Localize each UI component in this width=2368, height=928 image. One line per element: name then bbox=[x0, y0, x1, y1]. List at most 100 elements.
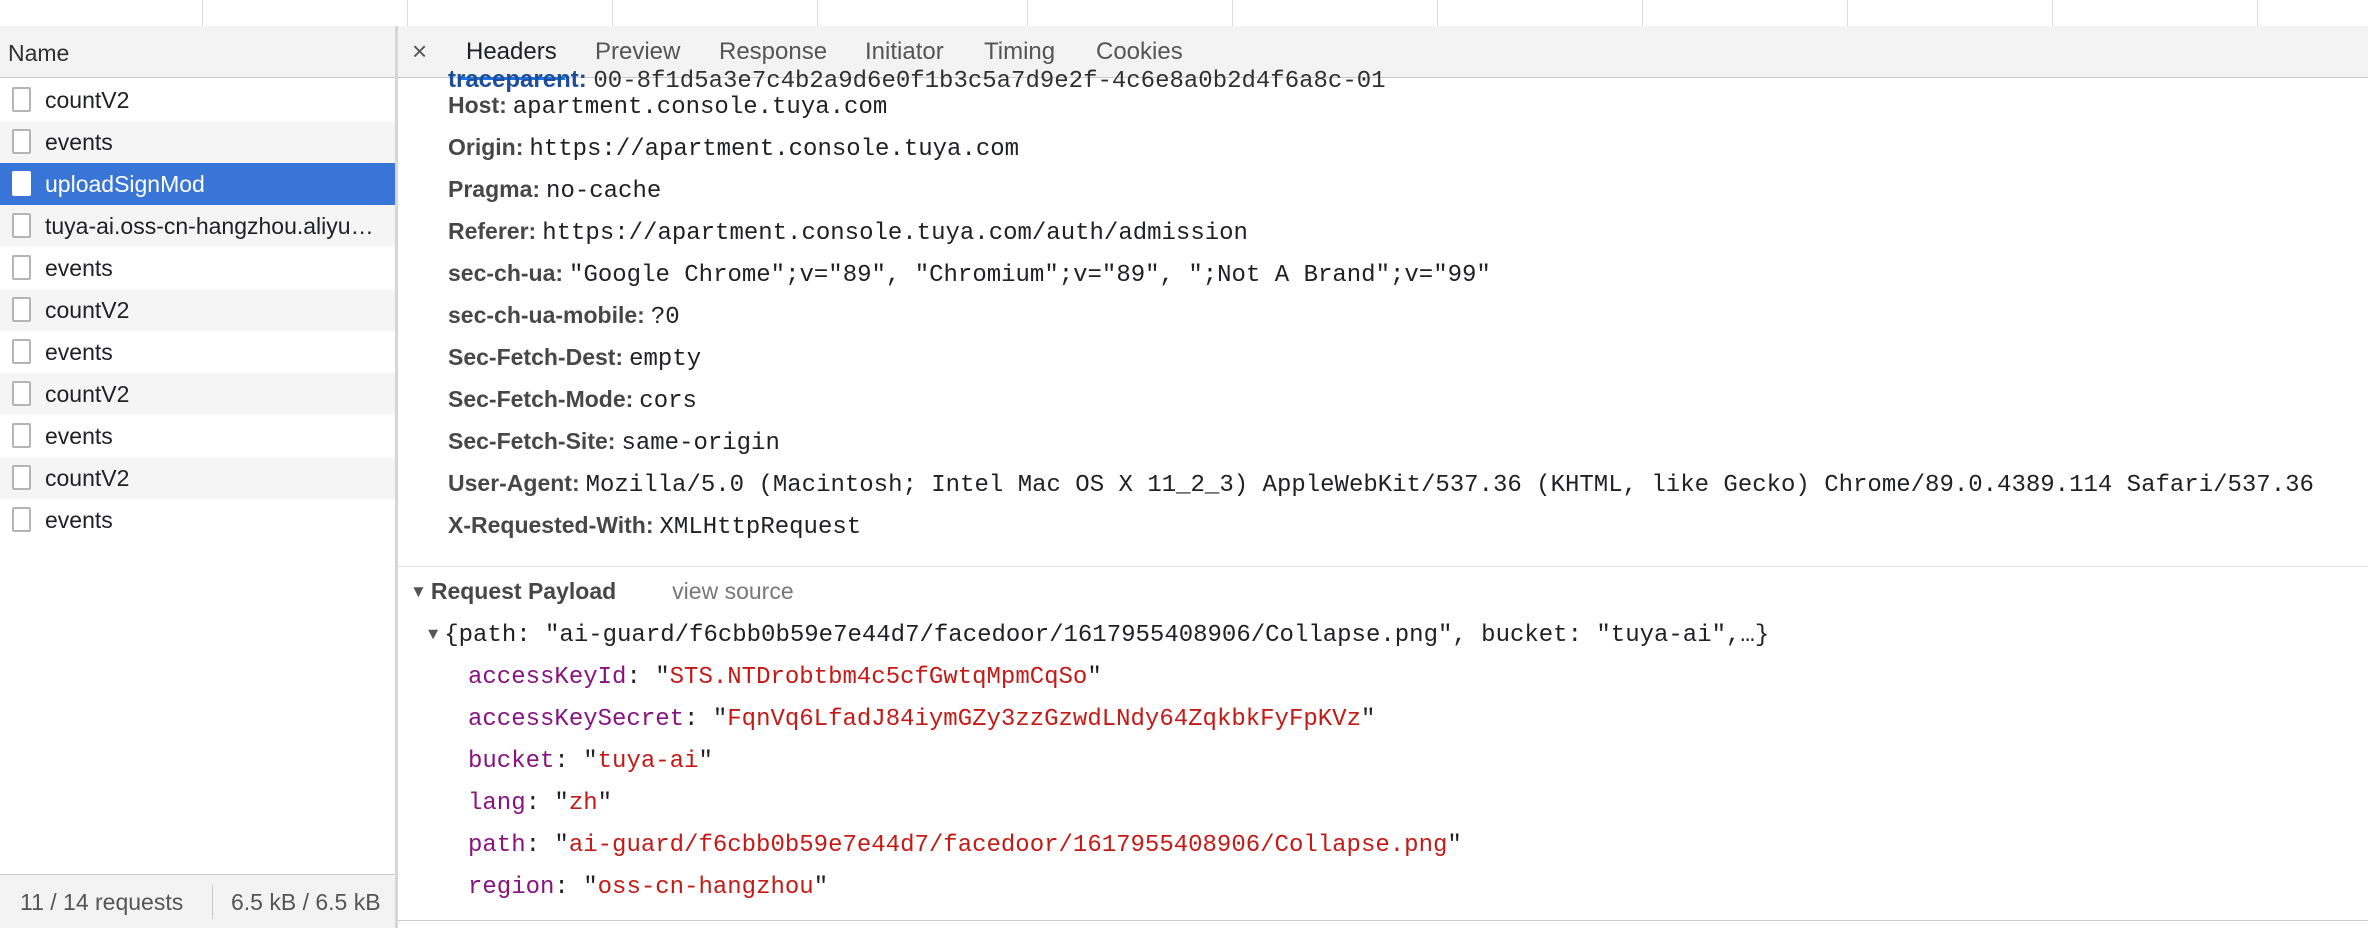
request-row[interactable]: countV2 bbox=[0, 457, 395, 499]
payload-key: bucket bbox=[468, 748, 555, 775]
payload-value: tuya-ai bbox=[597, 748, 699, 775]
request-row[interactable]: tuya-ai.oss-cn-hangzhou.aliyuncs.com bbox=[0, 205, 395, 247]
tab-initiator[interactable]: Initiator bbox=[865, 38, 944, 66]
header-key: traceparent: bbox=[448, 66, 587, 93]
request-payload-header[interactable]: ▼ Request Payload view source bbox=[410, 578, 794, 605]
payload-key: accessKeyId bbox=[468, 664, 627, 691]
document-icon bbox=[12, 213, 31, 238]
header-key: Pragma: bbox=[448, 176, 541, 202]
request-name: events bbox=[45, 255, 113, 281]
document-icon bbox=[12, 465, 31, 490]
payload-summary[interactable]: ▼ {path: "ai-guard/f6cbb0b59e7e44d7/faced… bbox=[428, 622, 1769, 649]
request-row[interactable]: events bbox=[0, 415, 395, 457]
tab-cookies[interactable]: Cookies bbox=[1096, 38, 1183, 66]
status-footer: 11 / 14 requests 6.5 kB / 6.5 kB bbox=[0, 874, 395, 928]
payload-value: zh bbox=[568, 790, 598, 817]
header-key: Origin: bbox=[448, 134, 524, 160]
header-key: Referer: bbox=[448, 218, 537, 244]
document-icon bbox=[12, 171, 31, 196]
request-list: countV2 events uploadSignMod tuya-ai.oss… bbox=[0, 79, 395, 541]
request-row[interactable]: events bbox=[0, 121, 395, 163]
header-row: X-Requested-With: XMLHttpRequest bbox=[448, 512, 861, 541]
view-source-link[interactable]: view source bbox=[672, 578, 793, 604]
request-row[interactable]: events bbox=[0, 247, 395, 289]
payload-value: STS.NTDrobtbm4c5cfGwtqMpmCqSo bbox=[669, 664, 1088, 691]
payload-key: path bbox=[468, 832, 526, 859]
header-key: Sec-Fetch-Site: bbox=[448, 428, 616, 454]
tab-timing[interactable]: Timing bbox=[984, 38, 1055, 66]
header-key: sec-ch-ua-mobile: bbox=[448, 302, 645, 328]
header-value: apartment.console.tuya.com bbox=[512, 94, 888, 121]
payload-field: path: "ai-guard/f6cbb0b59e7e44d7/facedoo… bbox=[468, 832, 1462, 859]
header-value: XMLHttpRequest bbox=[659, 514, 862, 541]
request-name: countV2 bbox=[45, 381, 130, 407]
header-value: Mozilla/5.0 (Macintosh; Intel Mac OS X 1… bbox=[585, 472, 2314, 499]
request-row[interactable]: countV2 bbox=[0, 373, 395, 415]
header-value: 00-8f1d5a3e7c4b2a9d6e0f1b3c5a7d9e2f-4c6e… bbox=[593, 68, 1386, 95]
request-name: countV2 bbox=[45, 87, 130, 113]
request-row[interactable]: events bbox=[0, 499, 395, 541]
section-divider bbox=[398, 566, 2368, 567]
document-icon bbox=[12, 339, 31, 364]
payload-key: accessKeySecret bbox=[468, 706, 685, 733]
header-value: no-cache bbox=[546, 178, 662, 205]
footer-divider bbox=[212, 885, 213, 919]
header-value: empty bbox=[629, 346, 702, 373]
timeline-tick bbox=[2257, 0, 2258, 26]
header-key: User-Agent: bbox=[448, 470, 580, 496]
close-icon[interactable]: × bbox=[412, 36, 427, 67]
document-icon bbox=[12, 255, 31, 280]
request-detail-pane: × Headers Preview Response Initiator Tim… bbox=[398, 26, 2368, 928]
document-icon bbox=[12, 381, 31, 406]
header-row: Pragma: no-cache bbox=[448, 176, 661, 205]
request-row[interactable]: countV2 bbox=[0, 289, 395, 331]
payload-summary-text: {path: "ai-guard/f6cbb0b59e7e44d7/facedo… bbox=[444, 622, 1770, 649]
document-icon bbox=[12, 129, 31, 154]
request-headers-section: traceparent: 00-8f1d5a3e7c4b2a9d6e0f1b3c… bbox=[398, 66, 2368, 541]
document-icon bbox=[12, 297, 31, 322]
request-name: events bbox=[45, 423, 113, 449]
payload-field: lang: "zh" bbox=[468, 790, 613, 817]
request-row[interactable]: countV2 bbox=[0, 79, 395, 121]
tab-response[interactable]: Response bbox=[719, 38, 827, 66]
header-value: ?0 bbox=[650, 304, 680, 331]
request-row[interactable]: events bbox=[0, 331, 395, 373]
payload-value: ai-guard/f6cbb0b59e7e44d7/facedoor/16179… bbox=[568, 832, 1448, 859]
request-name: tuya-ai.oss-cn-hangzhou.aliyuncs.com bbox=[45, 213, 385, 239]
timeline-tick bbox=[817, 0, 818, 26]
header-key: Host: bbox=[448, 92, 507, 118]
request-name: countV2 bbox=[45, 465, 130, 491]
tab-preview[interactable]: Preview bbox=[595, 38, 680, 66]
payload-field: region: "oss-cn-hangzhou" bbox=[468, 874, 829, 901]
header-row: Sec-Fetch-Mode: cors bbox=[448, 386, 697, 415]
request-name: events bbox=[45, 129, 113, 155]
header-value: https://apartment.console.tuya.com/auth/… bbox=[542, 220, 1248, 247]
request-count: 11 / 14 requests bbox=[20, 889, 184, 915]
name-column-header[interactable]: Name bbox=[0, 26, 395, 78]
timeline-strip bbox=[0, 0, 2368, 27]
timeline-tick bbox=[612, 0, 613, 26]
header-value: cors bbox=[639, 388, 697, 415]
header-key: Sec-Fetch-Dest: bbox=[448, 344, 624, 370]
header-row-clipped: traceparent: 00-8f1d5a3e7c4b2a9d6e0f1b3c… bbox=[448, 66, 1386, 95]
transfer-size: 6.5 kB / 6.5 kB bbox=[231, 889, 381, 915]
document-icon bbox=[12, 423, 31, 448]
header-row: Sec-Fetch-Dest: empty bbox=[448, 344, 701, 373]
triangle-down-icon[interactable]: ▼ bbox=[428, 626, 438, 645]
timeline-tick bbox=[407, 0, 408, 26]
timeline-tick bbox=[1027, 0, 1028, 26]
header-row: Host: apartment.console.tuya.com bbox=[448, 92, 887, 121]
payload-key: region bbox=[468, 874, 555, 901]
request-row-selected[interactable]: uploadSignMod bbox=[0, 163, 395, 205]
document-icon bbox=[12, 507, 31, 532]
header-row: Referer: https://apartment.console.tuya.c… bbox=[448, 218, 1248, 247]
header-key: sec-ch-ua: bbox=[448, 260, 564, 286]
payload-field: accessKeySecret: "FqnVq6LfadJ84iymGZy3zz… bbox=[468, 706, 1376, 733]
tab-headers[interactable]: Headers bbox=[458, 38, 565, 80]
timeline-tick bbox=[1642, 0, 1643, 26]
header-key: Sec-Fetch-Mode: bbox=[448, 386, 634, 412]
payload-key: lang bbox=[468, 790, 526, 817]
section-divider bbox=[398, 920, 2368, 921]
document-icon bbox=[12, 87, 31, 112]
triangle-down-icon[interactable]: ▼ bbox=[410, 582, 427, 601]
